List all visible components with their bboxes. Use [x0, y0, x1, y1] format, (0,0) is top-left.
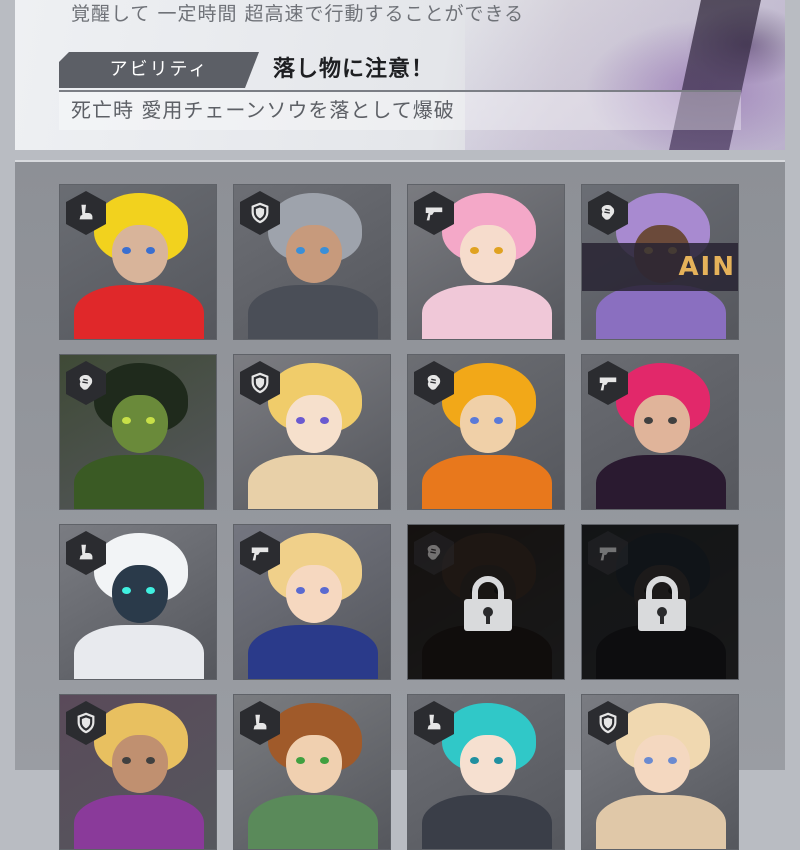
character-info-panel: 覚醒して 一定時間 超高速で行動することができる アビリティ 落し物に注意！ 死…	[15, 0, 785, 150]
ability-header: アビリティ 落し物に注意！	[59, 52, 741, 92]
character-card[interactable]	[407, 184, 565, 340]
character-grid: AIN	[15, 160, 785, 850]
character-card[interactable]	[233, 694, 391, 850]
character-card[interactable]	[59, 694, 217, 850]
character-card[interactable]	[407, 694, 565, 850]
character-card[interactable]: AIN	[581, 184, 739, 340]
skill-description: 覚醒して 一定時間 超高速で行動することができる	[71, 3, 525, 25]
portrait-overlay-text: AIN	[582, 243, 738, 291]
lock-icon	[634, 575, 690, 633]
character-card[interactable]	[59, 354, 217, 510]
character-card[interactable]	[233, 524, 391, 680]
ability-description: 死亡時 愛用チェーンソウを落として爆破	[59, 92, 741, 130]
character-card[interactable]	[233, 184, 391, 340]
ability-label: アビリティ	[59, 52, 259, 88]
lock-icon	[460, 575, 516, 633]
character-card[interactable]	[233, 354, 391, 510]
locked-character-card[interactable]	[407, 524, 565, 680]
character-card[interactable]	[581, 354, 739, 510]
locked-character-card[interactable]	[581, 524, 739, 680]
ability-name: 落し物に注意！	[273, 57, 435, 82]
character-card[interactable]	[59, 524, 217, 680]
character-card[interactable]	[581, 694, 739, 850]
character-card[interactable]	[407, 354, 565, 510]
character-card[interactable]	[59, 184, 217, 340]
